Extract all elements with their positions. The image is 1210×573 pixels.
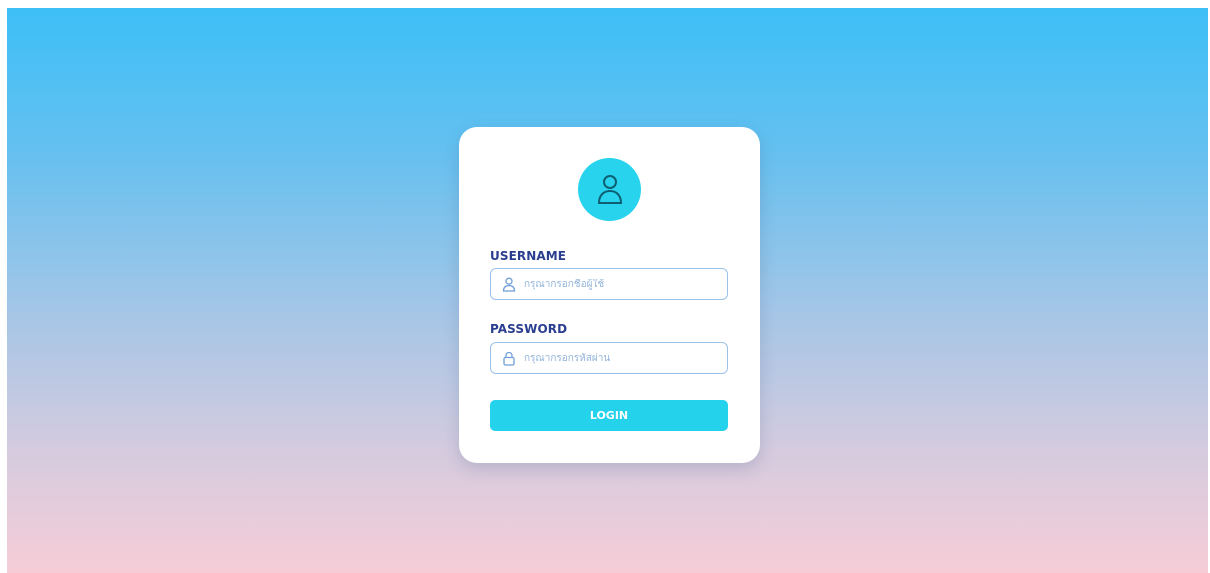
username-label: USERNAME	[490, 249, 567, 263]
avatar	[578, 158, 641, 221]
username-input[interactable]	[524, 278, 714, 290]
password-label: PASSWORD	[490, 322, 568, 336]
login-card: USERNAME PASSWORD LOGIN	[459, 127, 760, 463]
user-icon	[502, 276, 518, 292]
password-field[interactable]	[490, 342, 728, 374]
password-input[interactable]	[524, 352, 714, 364]
lock-icon	[502, 350, 518, 366]
user-avatar-icon	[597, 174, 622, 204]
username-field[interactable]	[490, 268, 728, 300]
login-button[interactable]: LOGIN	[490, 400, 728, 431]
